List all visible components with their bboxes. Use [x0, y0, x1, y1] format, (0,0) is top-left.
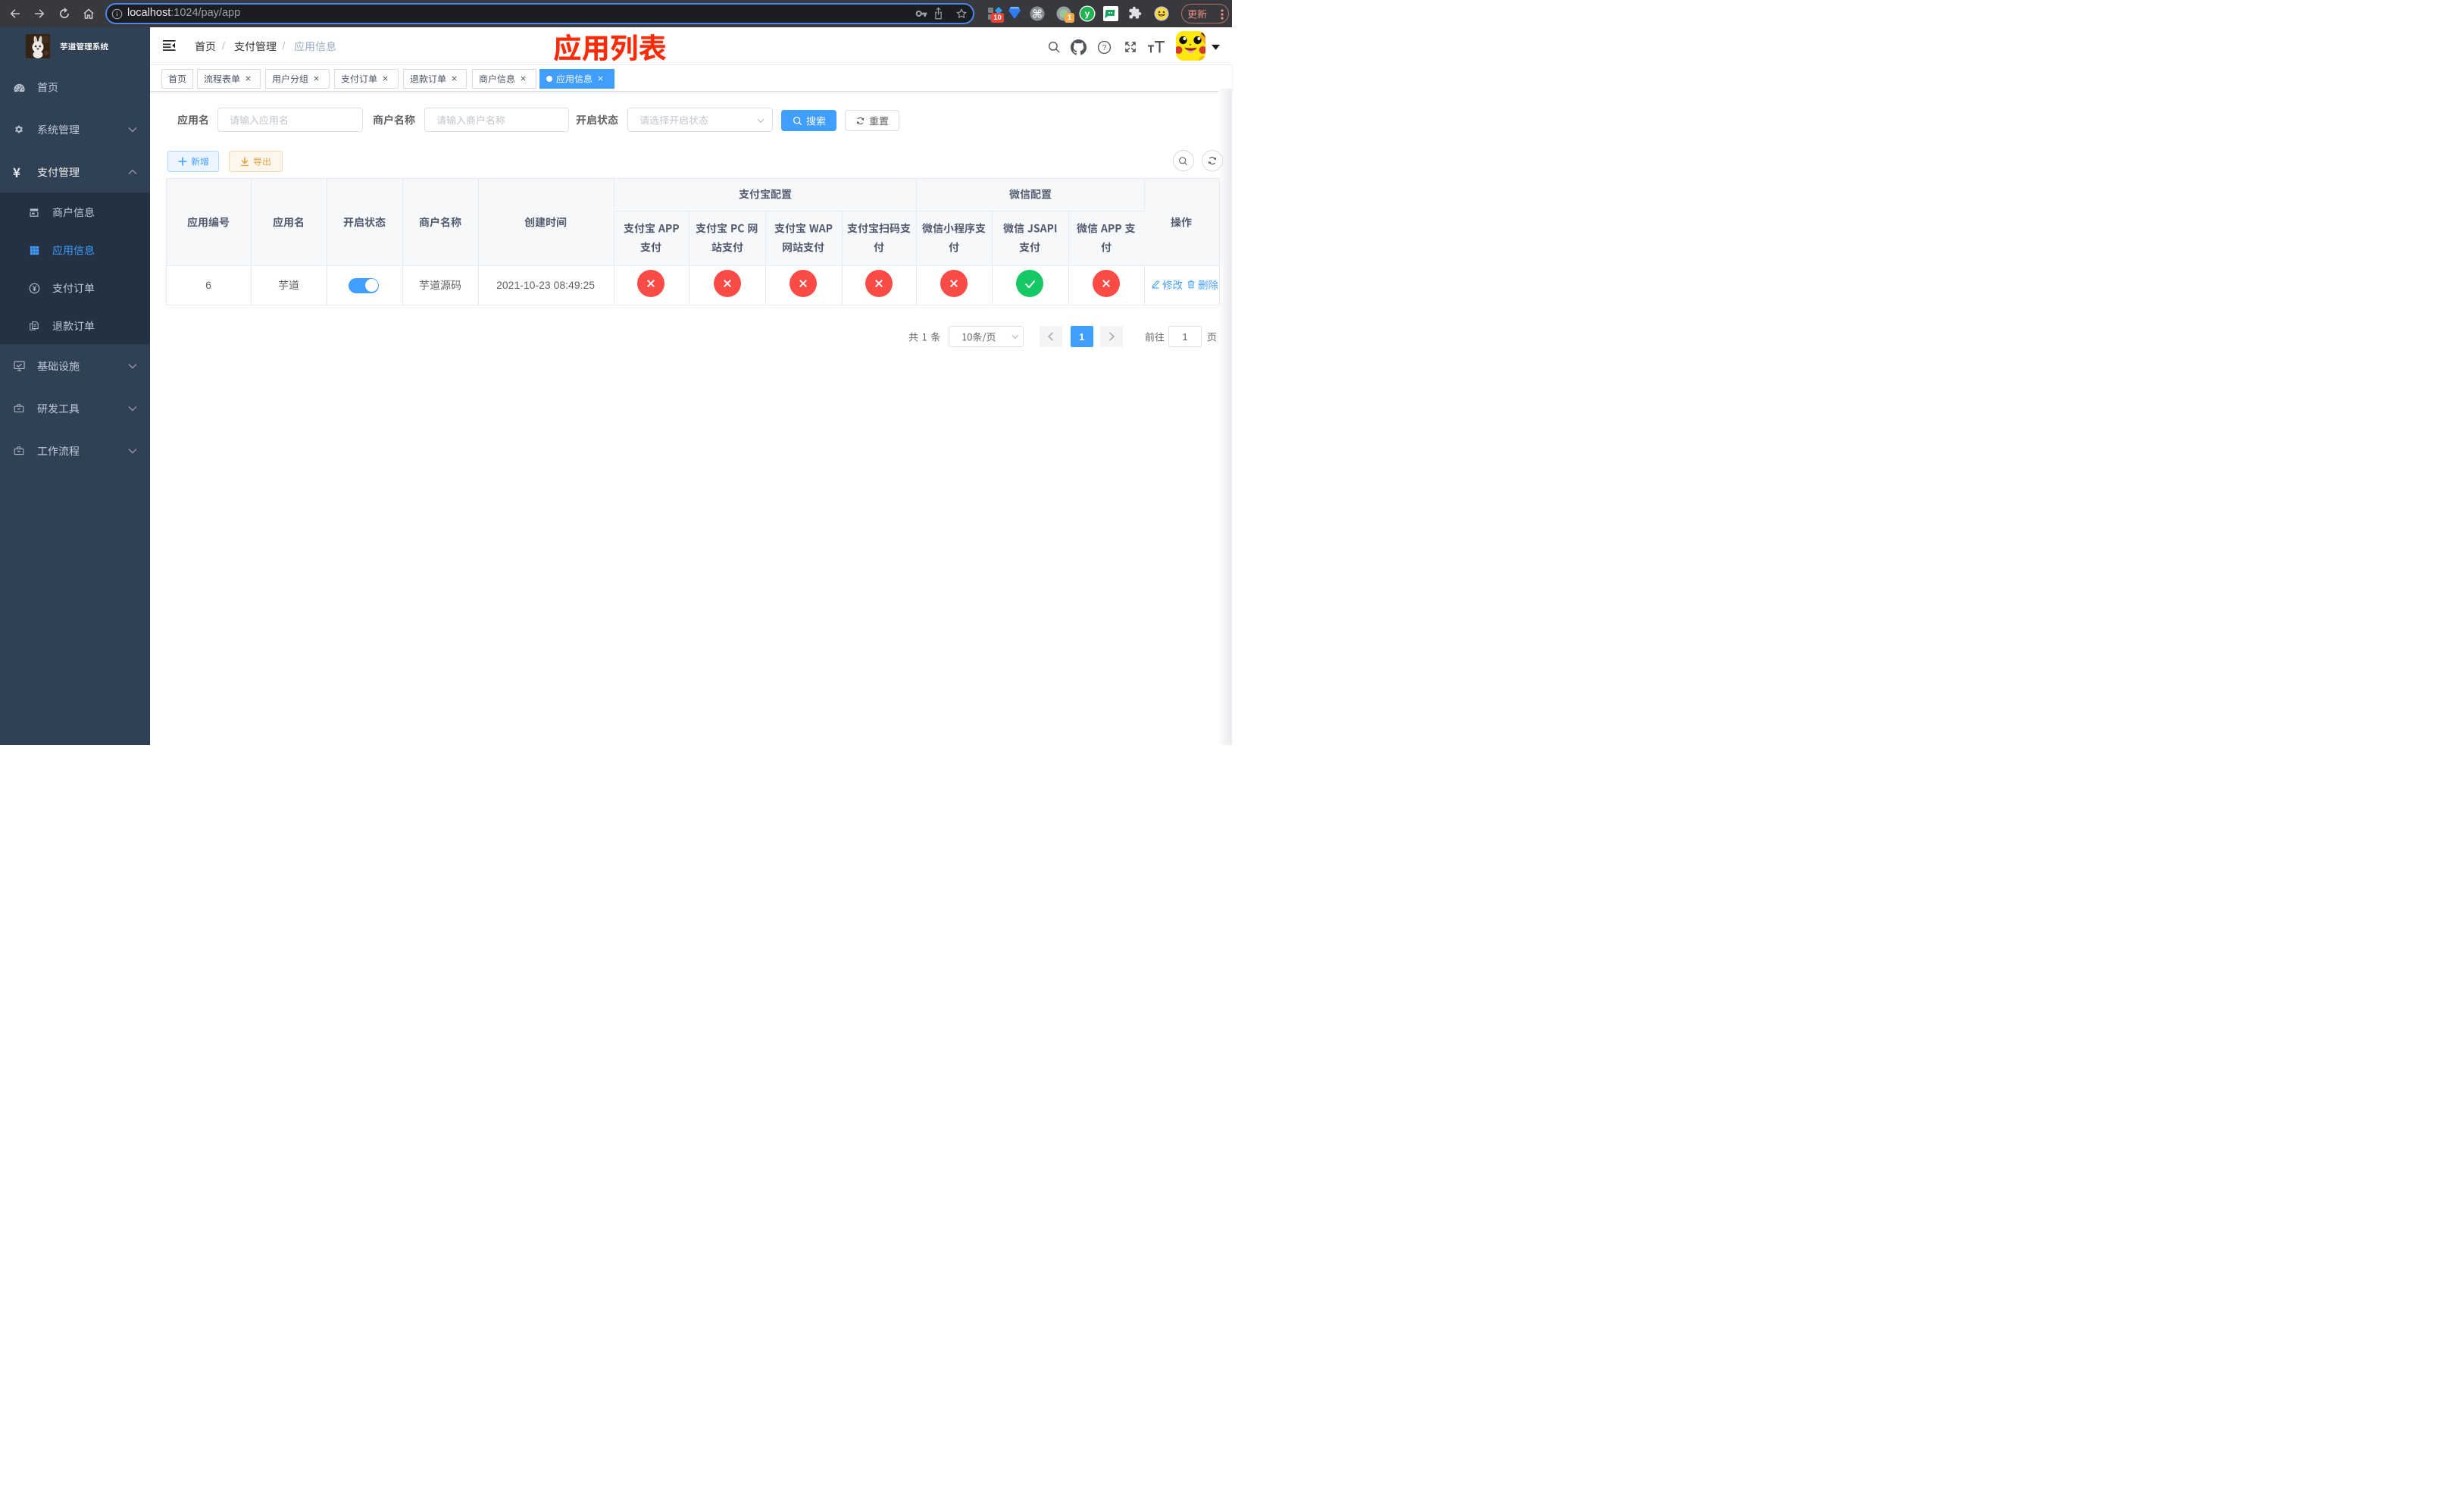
- svg-text:y: y: [1085, 8, 1090, 19]
- svg-text:?: ?: [1102, 44, 1107, 52]
